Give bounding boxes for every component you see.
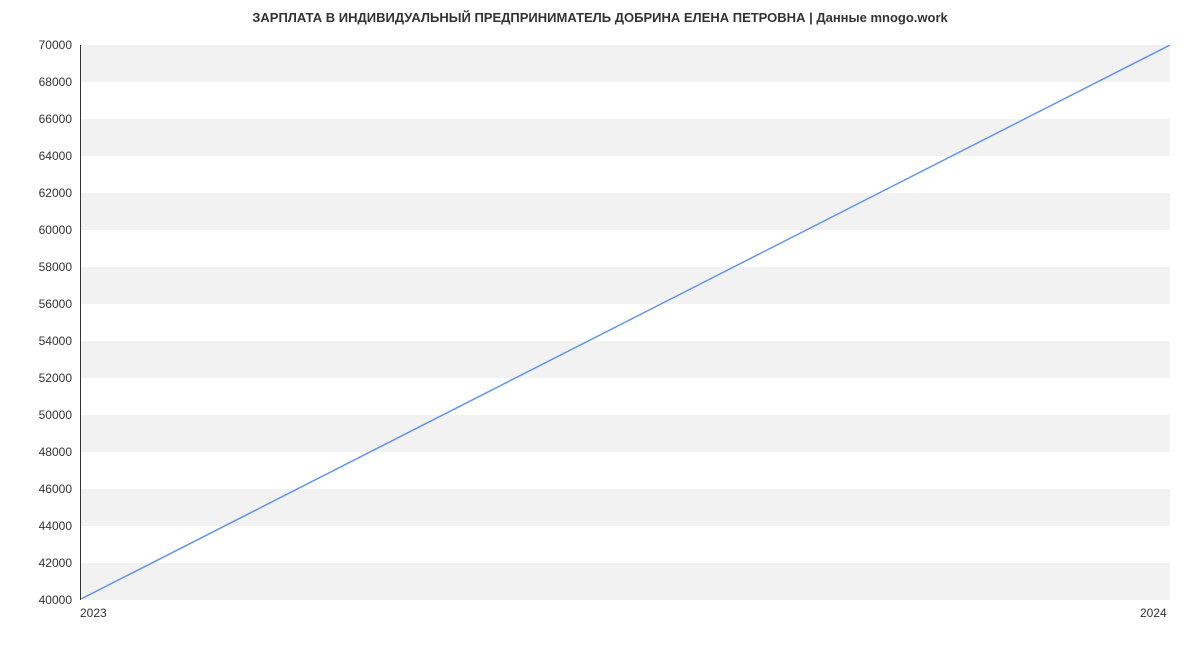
grid-band bbox=[81, 563, 1170, 600]
y-tick-label: 50000 bbox=[12, 408, 72, 422]
plot-area bbox=[80, 45, 1170, 600]
y-tick-label: 40000 bbox=[12, 593, 72, 607]
y-tick-label: 58000 bbox=[12, 260, 72, 274]
grid-band bbox=[81, 119, 1170, 156]
y-tick-label: 66000 bbox=[12, 112, 72, 126]
grid-band bbox=[81, 415, 1170, 452]
y-tick-label: 60000 bbox=[12, 223, 72, 237]
grid-band bbox=[81, 193, 1170, 230]
y-tick-label: 42000 bbox=[12, 556, 72, 570]
y-tick-label: 52000 bbox=[12, 371, 72, 385]
grid-band bbox=[81, 45, 1170, 82]
grid-band bbox=[81, 489, 1170, 526]
y-tick-label: 68000 bbox=[12, 75, 72, 89]
x-tick-label: 2024 bbox=[1140, 606, 1167, 620]
y-tick-label: 64000 bbox=[12, 149, 72, 163]
y-tick-label: 44000 bbox=[12, 519, 72, 533]
x-tick-label: 2023 bbox=[80, 606, 107, 620]
chart-title: ЗАРПЛАТА В ИНДИВИДУАЛЬНЫЙ ПРЕДПРИНИМАТЕЛ… bbox=[0, 10, 1200, 25]
y-tick-label: 70000 bbox=[12, 38, 72, 52]
y-tick-label: 48000 bbox=[12, 445, 72, 459]
grid-band bbox=[81, 267, 1170, 304]
grid-band bbox=[81, 341, 1170, 378]
y-tick-label: 54000 bbox=[12, 334, 72, 348]
y-tick-label: 62000 bbox=[12, 186, 72, 200]
y-tick-label: 46000 bbox=[12, 482, 72, 496]
y-tick-label: 56000 bbox=[12, 297, 72, 311]
